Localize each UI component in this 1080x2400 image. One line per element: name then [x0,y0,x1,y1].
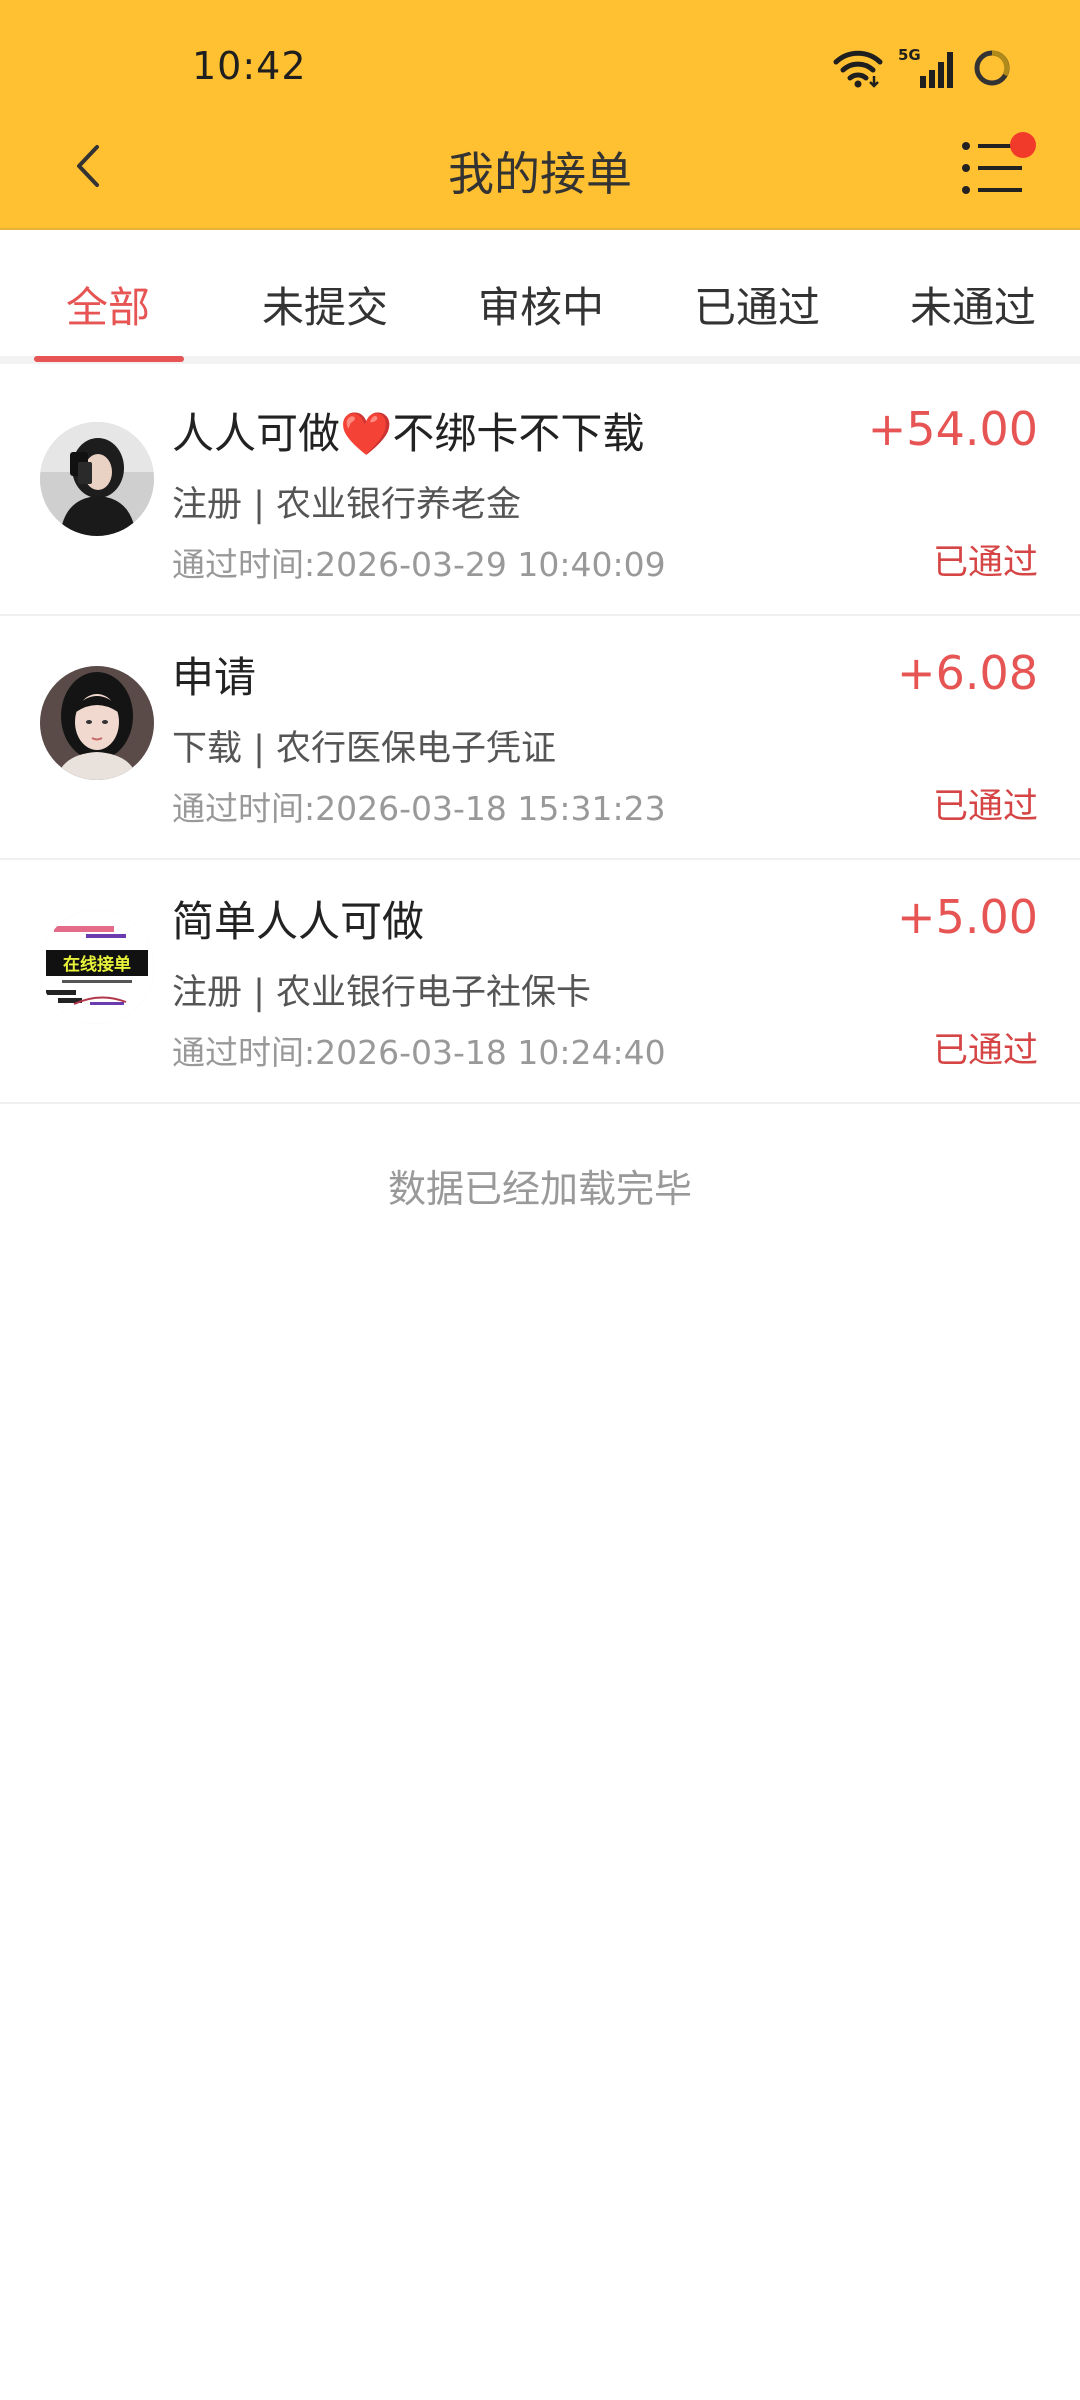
tab-under-review[interactable]: 审核中 [478,274,604,335]
item-amount: +5.00 [897,890,1038,944]
item-title: 申请 [172,653,257,702]
cellular-signal-icon: 5G [898,46,958,90]
item-title-text-after: 不绑卡不下载 [392,409,645,458]
item-title: 人人可做❤️不绑卡不下载 [172,400,644,461]
item-subtitle: 注册 | 农业银行电子社保卡 [172,973,592,1013]
item-approved-time: 通过时间:2026-03-18 15:31:23 [172,789,666,828]
page-title: 我的接单 [448,147,632,201]
item-status: 已通过 [932,1031,1038,1071]
item-amount: +6.08 [897,646,1038,700]
tab-all[interactable]: 全部 [66,274,150,335]
item-title-text: 人人可做 [172,409,341,458]
menu-button[interactable] [958,132,1036,208]
avatar-logo-text: 在线接单 [63,954,131,975]
list-item[interactable]: 在线接单 简单人人可做 注册 | 农业银行电子社保卡 通过时间:2026-03-… [0,860,1080,1104]
status-tabs: 全部 未提交 审核中 已通过 未通过 [0,230,1080,364]
wifi-icon [832,48,884,88]
item-amount: +54.00 [867,402,1038,456]
avatar [40,422,154,536]
list-item[interactable]: 申请 下载 | 农行医保电子凭证 通过时间:2026-03-18 15:31:2… [0,616,1080,860]
tab-approved[interactable]: 已通过 [694,274,820,335]
status-bar: 10:42 5G [0,0,1080,120]
battery-icon [972,48,1012,88]
notification-dot [1010,132,1036,158]
app-header: 10:42 5G 我的接单 [0,0,1080,230]
network-type-label: 5G [898,46,921,64]
tab-rejected[interactable]: 未通过 [910,274,1036,335]
item-approved-time: 通过时间:2026-03-29 10:40:09 [172,545,666,584]
load-complete-text: 数据已经加载完毕 [387,1167,692,1211]
item-approved-time: 通过时间:2026-03-18 10:24:40 [172,1033,666,1072]
tab-not-submitted[interactable]: 未提交 [262,274,388,335]
order-list: 人人可做❤️不绑卡不下载 注册 | 农业银行养老金 通过时间:2026-03-2… [0,372,1080,1104]
avatar: 在线接单 [40,910,154,1024]
avatar [40,666,154,780]
heart-icon: ❤️ [340,409,393,458]
status-icons: 5G [832,46,1012,90]
item-status: 已通过 [932,543,1038,583]
item-subtitle: 下载 | 农行医保电子凭证 [172,729,557,769]
status-time: 10:42 [192,44,307,88]
list-item[interactable]: 人人可做❤️不绑卡不下载 注册 | 农业银行养老金 通过时间:2026-03-2… [0,372,1080,616]
item-title: 简单人人可做 [172,897,425,946]
title-bar: 我的接单 [0,120,1080,228]
item-status: 已通过 [932,787,1038,827]
active-tab-indicator [34,356,184,362]
item-subtitle: 注册 | 农业银行养老金 [172,485,522,525]
